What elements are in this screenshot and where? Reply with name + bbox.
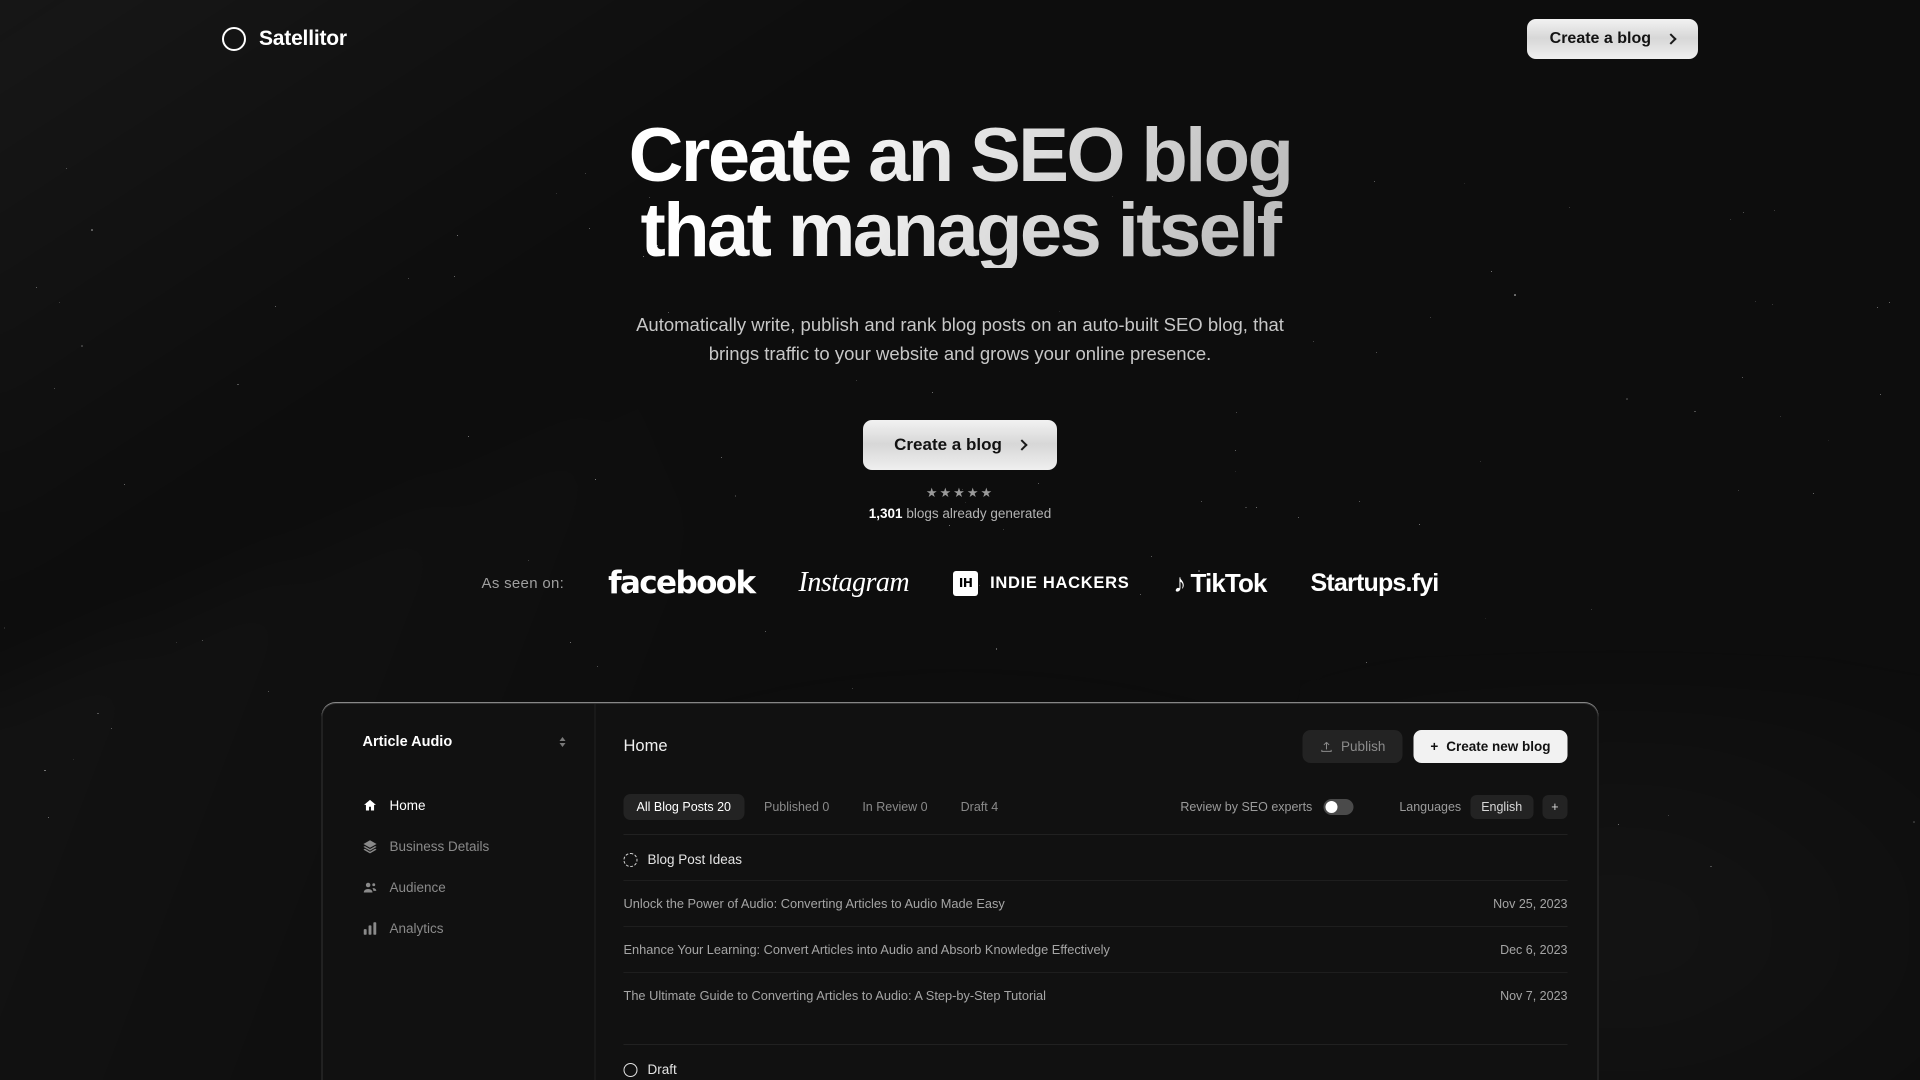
app-page-title: Home xyxy=(623,737,668,755)
app-header-actions: Publish + Create new blog xyxy=(1302,730,1568,763)
home-icon xyxy=(363,798,378,813)
brand-name: Satellitor xyxy=(259,27,347,50)
tab-in-review[interactable]: In Review 0 xyxy=(849,794,940,820)
table-row[interactable]: Enhance Your Learning: Convert Articles … xyxy=(623,926,1568,972)
rating-stars-icon: ★★★★★ xyxy=(925,485,995,500)
sidebar-item-label: Analytics xyxy=(389,921,444,936)
add-language-button[interactable]: + xyxy=(1542,795,1568,819)
publish-label: Publish xyxy=(1341,739,1386,754)
facebook-logo: facebook xyxy=(608,565,756,601)
hero-create-blog-button[interactable]: Create a blog xyxy=(863,420,1057,470)
social-proof-row: As seen on: facebook Instagram IH INDIE … xyxy=(0,565,1920,601)
sidebar-item-label: Business Details xyxy=(389,839,490,854)
sidebar-item-label: Home xyxy=(389,798,426,813)
section-draft: Draft xyxy=(623,1044,1568,1080)
plus-icon: + xyxy=(1430,739,1439,754)
tiktok-label: TikTok xyxy=(1190,567,1268,598)
sidebar-item-label: Audience xyxy=(389,880,446,895)
post-filter-tabs: All Blog Posts 20 Published 0 In Review … xyxy=(623,794,1012,820)
header-create-blog-button[interactable]: Create a blog xyxy=(1526,19,1698,59)
language-chip-english[interactable]: English xyxy=(1470,795,1534,819)
users-icon xyxy=(363,880,378,895)
indie-hackers-logo: IH INDIE HACKERS xyxy=(953,570,1130,596)
seo-review-label: Review by SEO experts xyxy=(1180,800,1313,814)
tab-published[interactable]: Published 0 xyxy=(751,794,842,820)
filter-bar-right: Review by SEO experts Languages English … xyxy=(1180,795,1568,819)
create-new-blog-label: Create new blog xyxy=(1446,739,1551,754)
section-title: Blog Post Ideas xyxy=(647,852,743,867)
header-create-blog-label: Create a blog xyxy=(1549,30,1651,47)
dashed-circle-icon xyxy=(623,852,638,867)
instagram-logo: Instagram xyxy=(798,567,910,598)
hero-title-line-1: Create an SEO blog xyxy=(628,113,1292,198)
sidebar-item-analytics[interactable]: Analytics xyxy=(363,921,573,936)
post-title: Enhance Your Learning: Convert Articles … xyxy=(623,942,1110,957)
languages-label: Languages xyxy=(1399,800,1462,814)
filter-bar: All Blog Posts 20 Published 0 In Review … xyxy=(623,794,1568,834)
sidebar-item-business-details[interactable]: Business Details xyxy=(363,839,573,854)
app-preview-panel: Article Audio Home Business Details Audi… xyxy=(321,703,1599,1080)
hero-cta-group: Create a blog ★★★★★ 1,301 blogs already … xyxy=(0,420,1920,521)
as-seen-on-label: As seen on: xyxy=(481,574,565,592)
sidebar-item-home[interactable]: Home xyxy=(363,798,573,813)
layers-icon xyxy=(363,839,378,854)
languages-control: Languages English + xyxy=(1399,795,1568,819)
indie-hackers-label: INDIE HACKERS xyxy=(990,573,1130,592)
music-note-icon: ♪ xyxy=(1173,568,1186,598)
table-row[interactable]: Unlock the Power of Audio: Converting Ar… xyxy=(623,880,1568,926)
post-title: The Ultimate Guide to Converting Article… xyxy=(623,988,1047,1003)
section-header: Draft xyxy=(623,1045,1568,1080)
toggle-knob xyxy=(1325,801,1338,813)
page-title: Create an SEO blog that manages itself xyxy=(0,118,1920,268)
hero-title-line-2: that manages itself xyxy=(640,188,1280,273)
hero-create-blog-label: Create a blog xyxy=(894,435,1002,454)
post-title: Unlock the Power of Audio: Converting Ar… xyxy=(623,896,1005,911)
rating-caption: 1,301 blogs already generated xyxy=(869,506,1051,521)
section-title: Draft xyxy=(647,1062,677,1077)
workspace-switcher[interactable]: Article Audio xyxy=(363,730,573,754)
circle-ring-icon xyxy=(222,27,246,51)
app-sidebar: Article Audio Home Business Details Audi… xyxy=(323,704,595,1080)
indie-hackers-badge-icon: IH xyxy=(953,570,979,596)
hero-section: Create an SEO blog that manages itself A… xyxy=(0,118,1920,521)
upload-icon xyxy=(1320,741,1332,752)
app-main-content: Home Publish + Create new blog All Blog … xyxy=(594,704,1598,1080)
chevron-right-icon xyxy=(1665,33,1677,45)
brand-logo[interactable]: Satellitor xyxy=(222,27,347,51)
app-main-header: Home Publish + Create new blog xyxy=(624,730,1568,763)
sidebar-item-audience[interactable]: Audience xyxy=(363,880,573,895)
startups-fyi-logo: Startups.fyi xyxy=(1310,568,1440,597)
tab-all-blog-posts[interactable]: All Blog Posts 20 xyxy=(623,794,744,820)
seo-review-control: Review by SEO experts xyxy=(1180,799,1354,815)
publish-button[interactable]: Publish xyxy=(1302,730,1403,763)
site-header: Satellitor Create a blog xyxy=(0,0,1920,78)
seo-review-toggle[interactable] xyxy=(1323,799,1354,815)
rating-caption-text: blogs already generated xyxy=(906,506,1052,521)
bar-chart-icon xyxy=(363,921,378,936)
chevron-up-down-icon xyxy=(559,737,567,747)
post-date: Nov 7, 2023 xyxy=(1500,988,1568,1003)
create-new-blog-button[interactable]: + Create new blog xyxy=(1413,730,1568,763)
rating-count: 1,301 xyxy=(868,506,903,521)
section-header: Blog Post Ideas xyxy=(623,835,1568,880)
workspace-name: Article Audio xyxy=(362,734,453,750)
sidebar-nav: Home Business Details Audience Analytics xyxy=(363,798,573,936)
section-blog-post-ideas: Blog Post Ideas Unlock the Power of Audi… xyxy=(623,834,1568,1018)
post-date: Dec 6, 2023 xyxy=(1500,942,1568,957)
landing-page: Satellitor Create a blog Create an SEO b… xyxy=(0,0,1920,1080)
tab-draft[interactable]: Draft 4 xyxy=(948,794,1012,820)
circle-icon xyxy=(623,1062,638,1077)
post-date: Nov 25, 2023 xyxy=(1493,896,1568,911)
hero-subtitle-line-2: brings traffic to your website and grows… xyxy=(708,343,1212,364)
hero-subtitle-line-1: Automatically write, publish and rank bl… xyxy=(636,314,1284,335)
table-row[interactable]: The Ultimate Guide to Converting Article… xyxy=(623,972,1568,1018)
chevron-right-icon xyxy=(1016,439,1028,451)
hero-subtitle: Automatically write, publish and rank bl… xyxy=(0,310,1920,368)
tiktok-logo: ♪ TikTok xyxy=(1173,567,1268,599)
